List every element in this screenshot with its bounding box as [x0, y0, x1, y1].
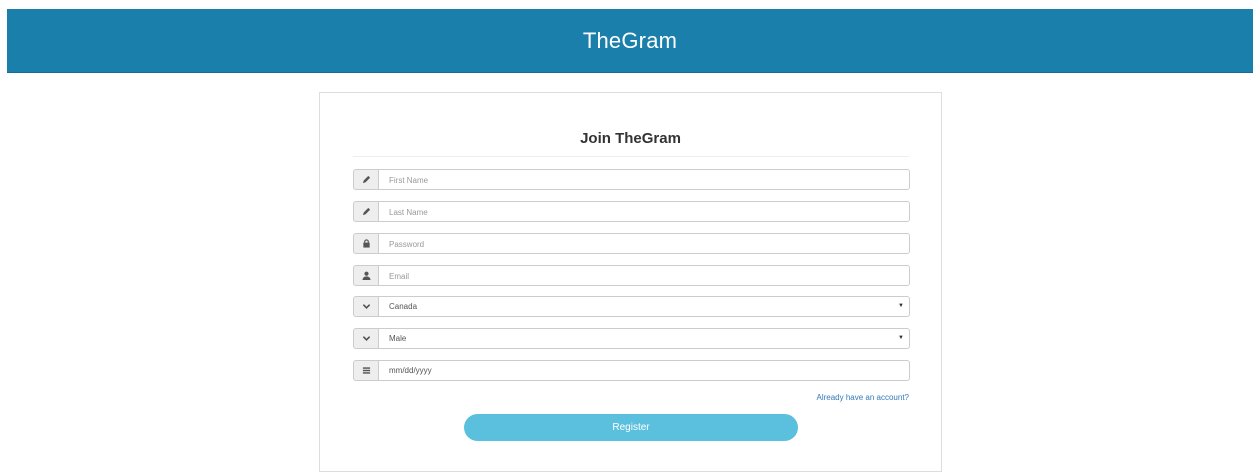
password-field — [378, 233, 910, 254]
birthdate-row: mm/dd/yyyy — [353, 360, 910, 381]
email-row — [353, 265, 910, 286]
last-name-row — [353, 201, 910, 222]
form-title: Join TheGram — [580, 130, 681, 147]
gender-row: Male ▼ — [353, 328, 910, 349]
country-selected-value: Canada — [389, 302, 418, 311]
email-input[interactable] — [379, 267, 909, 286]
register-card: Join TheGram First Name Last Name Email … — [319, 92, 942, 472]
user-icon — [353, 265, 378, 286]
select-caret-icon: ▼ — [898, 335, 904, 341]
password-row — [353, 233, 910, 254]
list-icon — [353, 360, 378, 381]
navbar: TheGram — [7, 9, 1253, 73]
first-name-input[interactable] — [379, 171, 909, 190]
brand-title[interactable]: TheGram — [583, 28, 677, 54]
gender-select[interactable]: Male ▼ — [378, 328, 910, 349]
pencil-icon — [353, 201, 378, 222]
email-field — [378, 265, 910, 286]
register-button[interactable]: Register — [464, 414, 798, 441]
last-name-input[interactable] — [379, 203, 909, 222]
birthdate-value: mm/dd/yyyy — [389, 366, 432, 375]
title-divider — [353, 156, 909, 157]
password-input[interactable] — [379, 235, 909, 254]
login-link[interactable]: Already have an account? — [816, 393, 909, 402]
pencil-icon — [353, 169, 378, 190]
select-caret-icon: ▼ — [898, 303, 904, 309]
first-name-row — [353, 169, 910, 190]
chevron-down-icon — [353, 328, 378, 349]
first-name-field — [378, 169, 910, 190]
chevron-down-icon — [353, 296, 378, 317]
birthdate-input[interactable]: mm/dd/yyyy — [378, 360, 910, 381]
country-select[interactable]: Canada ▼ — [378, 296, 910, 317]
country-row: Canada ▼ — [353, 296, 910, 317]
gender-selected-value: Male — [389, 334, 407, 343]
top-margin — [0, 0, 1253, 9]
last-name-field — [378, 201, 910, 222]
lock-icon — [353, 233, 378, 254]
